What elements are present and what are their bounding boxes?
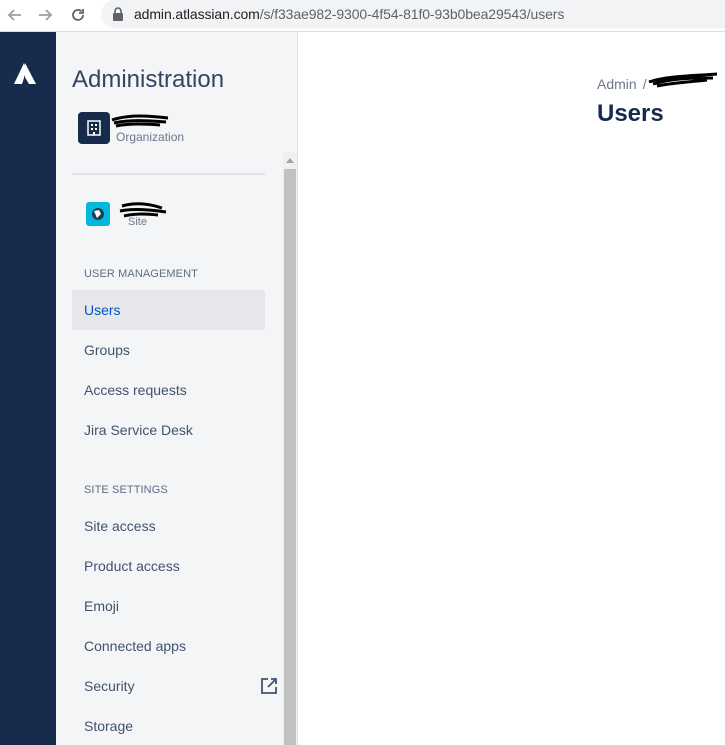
sidebar-item-emoji[interactable]: Emoji xyxy=(72,586,265,626)
sidebar-item-storage[interactable]: Storage xyxy=(72,706,265,745)
breadcrumb-redacted xyxy=(648,72,718,88)
url-domain: admin.atlassian.com xyxy=(134,6,260,22)
breadcrumb-admin[interactable]: Admin xyxy=(597,76,637,92)
section-heading-site-settings: SITE SETTINGS xyxy=(84,484,168,496)
sidebar-item-product-access[interactable]: Product access xyxy=(72,546,265,586)
breadcrumb: Admin / xyxy=(597,72,718,92)
sidebar-item-label: Groups xyxy=(84,342,130,358)
external-link-icon xyxy=(261,678,277,694)
global-nav xyxy=(0,32,56,745)
scroll-up-button[interactable] xyxy=(283,152,297,168)
sidebar-item-jira-service-desk[interactable]: Jira Service Desk xyxy=(72,410,265,450)
sidebar-divider xyxy=(72,173,265,175)
site-globe-icon xyxy=(92,208,104,220)
sidebar-title: Administration xyxy=(72,66,225,93)
scrollbar-thumb[interactable] xyxy=(284,169,296,745)
sidebar-item-access-requests[interactable]: Access requests xyxy=(72,370,265,410)
forward-button[interactable] xyxy=(34,4,56,26)
back-button[interactable] xyxy=(4,4,26,26)
page-title: Users xyxy=(597,100,664,127)
site-avatar[interactable] xyxy=(86,202,110,226)
forward-arrow-icon xyxy=(39,9,53,21)
sidebar-item-security[interactable]: Security xyxy=(72,666,277,706)
back-arrow-icon xyxy=(7,9,21,21)
organization-icon[interactable] xyxy=(78,112,110,144)
atlassian-logo-icon[interactable] xyxy=(11,60,39,88)
sidebar-item-label: Access requests xyxy=(84,382,187,398)
sidebar-item-label: Product access xyxy=(84,558,180,574)
main-content: Admin / Users xyxy=(298,32,725,745)
building-icon xyxy=(87,120,101,136)
reload-button[interactable] xyxy=(67,4,89,26)
sidebar-item-label: Site access xyxy=(84,518,156,534)
sidebar-item-users[interactable]: Users xyxy=(72,290,265,330)
url-path: /s/f33ae982-9300-4f54-81f0-93b0bea29543/… xyxy=(259,6,565,22)
sidebar-item-groups[interactable]: Groups xyxy=(72,330,265,370)
sidebar-item-label: Security xyxy=(84,678,135,694)
sidebar-item-label: Users xyxy=(84,302,121,318)
reload-icon xyxy=(72,9,84,21)
sidebar-scrollbar[interactable] xyxy=(283,152,297,745)
sidebar-item-label: Storage xyxy=(84,718,134,734)
sidebar-item-connected-apps[interactable]: Connected apps xyxy=(72,626,265,666)
sidebar-item-site-access[interactable]: Site access xyxy=(72,506,265,546)
scroll-up-arrow-icon xyxy=(286,158,294,163)
url-text: admin.atlassian.com/s/f33ae982-9300-4f54… xyxy=(134,6,564,22)
org-label: Organization xyxy=(116,130,185,144)
sidebar: Administration Organization Site USER MA… xyxy=(56,32,298,745)
section-heading-user-management: USER MANAGEMENT xyxy=(84,268,198,280)
org-name-redacted xyxy=(111,114,169,128)
breadcrumb-separator: / xyxy=(642,76,647,92)
sidebar-item-label: Jira Service Desk xyxy=(84,422,193,438)
sidebar-item-label: Emoji xyxy=(84,598,120,614)
sidebar-item-label: Connected apps xyxy=(84,638,186,654)
lock-icon xyxy=(113,7,123,21)
browser-toolbar: admin.atlassian.com/s/f33ae982-9300-4f54… xyxy=(0,0,725,32)
site-label: Site xyxy=(128,216,147,228)
